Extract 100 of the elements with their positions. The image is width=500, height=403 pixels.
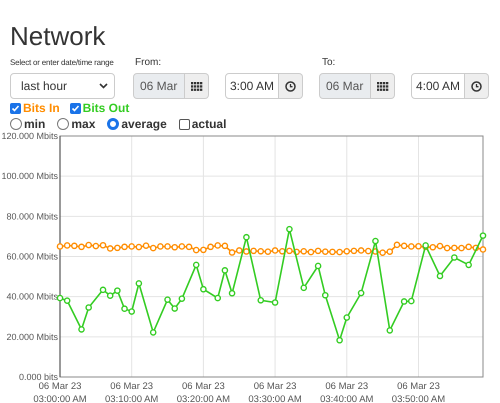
point [142, 242, 150, 249]
point [106, 245, 114, 252]
y-axis-label: 80.000 Mbits [6, 211, 58, 222]
option-label: min [24, 116, 46, 132]
checkbox[interactable] [70, 102, 81, 114]
point [408, 243, 415, 250]
point [465, 244, 472, 250]
point [436, 272, 444, 280]
point [286, 226, 293, 232]
calendar-grid-icon [190, 82, 202, 90]
point [78, 244, 85, 250]
clock-button[interactable] [279, 73, 303, 99]
y-axis-label: 120.000 Mbits [1, 132, 58, 141]
clock-icon [285, 80, 296, 92]
date-field[interactable]: 06 Mar [319, 73, 371, 99]
clock-icon [471, 80, 482, 92]
point [400, 298, 408, 305]
point [100, 286, 106, 294]
x-axis-label: 06 Mar 23 03:10:00 AM [105, 381, 158, 403]
x-axis-label: 06 Mar 23 03:30:00 AM [248, 381, 302, 403]
point [136, 244, 142, 250]
y-axis-label: 60.000 Mbits [6, 252, 58, 262]
point [250, 248, 257, 254]
point [364, 248, 372, 254]
point [358, 247, 364, 254]
point [236, 247, 243, 254]
point [228, 290, 236, 297]
point [228, 249, 236, 256]
point [480, 246, 486, 253]
point [164, 296, 171, 303]
point [336, 336, 343, 344]
point [243, 248, 250, 255]
point [92, 242, 100, 250]
point [300, 284, 308, 292]
point [136, 280, 142, 287]
x-axis-label: 06 Mar 23 03:40:00 AM [320, 381, 374, 403]
chevron-icon [99, 83, 108, 89]
point [222, 242, 228, 250]
checkbox[interactable] [10, 102, 21, 114]
point [222, 267, 228, 274]
point [436, 242, 444, 250]
field-label: To: [322, 56, 336, 69]
point [192, 246, 200, 254]
point [121, 305, 128, 312]
radio-button[interactable] [10, 118, 22, 130]
point [451, 254, 458, 261]
point [106, 292, 114, 299]
point [358, 290, 364, 296]
point [372, 238, 379, 244]
range-select[interactable]: last hour [10, 73, 115, 99]
point [178, 295, 186, 302]
point [121, 244, 128, 250]
y-axis-label: 40.000 Mbits [6, 292, 58, 302]
point [308, 248, 314, 256]
y-axis-label: 20.000 Mbits [6, 332, 58, 342]
point [322, 292, 329, 299]
option-label: actual [192, 116, 226, 132]
point [350, 248, 358, 254]
point [171, 244, 178, 251]
point [286, 248, 293, 254]
point [200, 286, 207, 293]
point [207, 244, 214, 250]
point [128, 308, 135, 315]
calendar-button[interactable] [185, 73, 209, 99]
point [114, 244, 121, 252]
point [336, 248, 343, 256]
point [400, 242, 408, 250]
y-axis-label: 100.000 Mbits [1, 171, 58, 182]
select-value: last hour [21, 78, 68, 95]
point [150, 329, 157, 336]
time-field[interactable]: 4:00 AM [411, 73, 465, 99]
point [214, 294, 222, 302]
point [214, 242, 222, 249]
radio-button[interactable] [57, 118, 70, 130]
point [444, 244, 450, 252]
point [85, 242, 92, 248]
point [465, 262, 472, 268]
point [386, 327, 394, 334]
point [257, 296, 264, 304]
point [343, 314, 350, 321]
point [186, 244, 192, 250]
y-axis-label: 0.000 bits [18, 372, 58, 382]
point [71, 242, 78, 250]
point [458, 244, 465, 252]
field-label: From: [135, 56, 162, 69]
point [300, 248, 308, 255]
point [171, 305, 178, 312]
point [85, 304, 92, 311]
time-field[interactable]: 3:00 AM [225, 73, 279, 99]
calendar-button[interactable] [371, 73, 395, 99]
point [379, 249, 386, 256]
clock-button[interactable] [465, 73, 489, 99]
radio-button[interactable] [107, 118, 120, 130]
point [314, 248, 322, 254]
point [192, 262, 200, 268]
calendar-grid-icon [376, 82, 388, 90]
point [56, 243, 64, 250]
checkbox[interactable] [178, 118, 190, 130]
option-label: max [71, 116, 96, 132]
date-field[interactable]: 06 Mar [133, 73, 185, 99]
